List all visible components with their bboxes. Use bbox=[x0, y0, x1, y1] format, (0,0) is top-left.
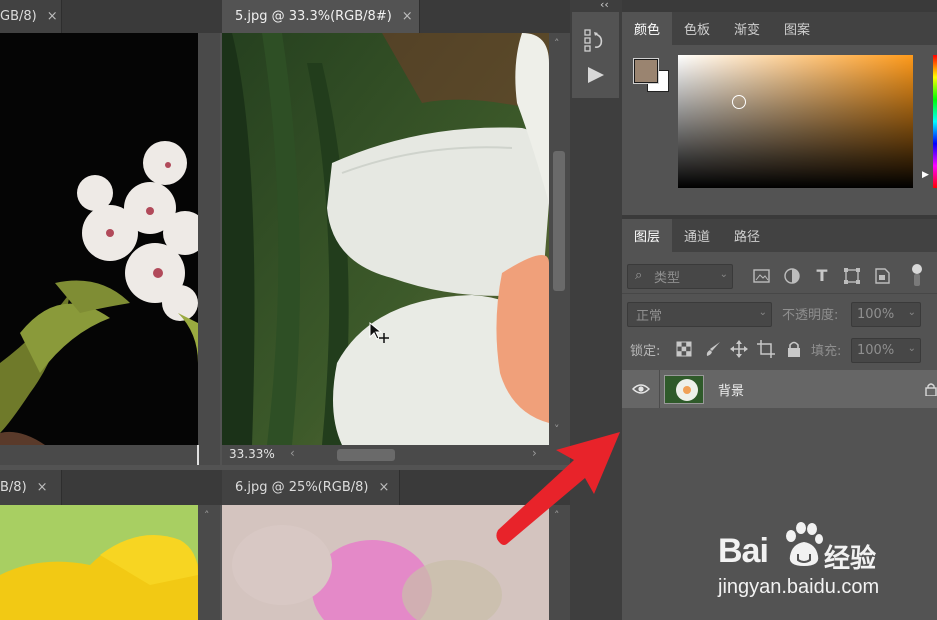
chevron-down-icon: ⌄ bbox=[907, 343, 916, 354]
divider bbox=[659, 370, 660, 408]
vertical-scrollbar[interactable]: ˄ bbox=[198, 505, 220, 620]
divider bbox=[622, 293, 937, 294]
chevron-down-icon: ⌄ bbox=[719, 269, 728, 280]
tab-paths[interactable]: 路径 bbox=[722, 219, 772, 252]
canvas-pear-blossom[interactable] bbox=[0, 33, 198, 445]
hue-slider-handle-icon[interactable]: ▶ bbox=[922, 170, 929, 180]
collapse-panel-icon[interactable]: ‹‹ bbox=[600, 0, 609, 11]
canvas-daffodil[interactable] bbox=[222, 33, 549, 445]
scroll-marker bbox=[197, 445, 199, 465]
tabbar-spacer bbox=[62, 0, 220, 33]
layer-filter-label: 类型 bbox=[654, 271, 681, 286]
layer-row[interactable]: 背景 bbox=[622, 370, 937, 408]
scroll-left-icon[interactable]: ‹ bbox=[290, 446, 295, 460]
doc-tab-left-top[interactable]: GB/8) × bbox=[0, 0, 62, 33]
foreground-color-swatch[interactable] bbox=[633, 58, 659, 84]
scroll-up-icon[interactable]: ˄ bbox=[204, 509, 210, 522]
lock-all-icon[interactable] bbox=[786, 340, 802, 358]
tab-color[interactable]: 颜色 bbox=[622, 12, 672, 45]
panel-top-gap bbox=[622, 0, 937, 12]
layer-name[interactable]: 背景 bbox=[718, 380, 744, 399]
tab-gradients[interactable]: 渐变 bbox=[722, 12, 772, 45]
search-icon: ⌕ bbox=[635, 268, 643, 283]
horizontal-scrollbar[interactable] bbox=[0, 445, 220, 465]
layer-lock-icon bbox=[925, 383, 937, 396]
hscroll-thumb[interactable] bbox=[337, 449, 395, 461]
lock-transparent-icon[interactable] bbox=[676, 341, 692, 357]
close-icon[interactable]: × bbox=[37, 480, 48, 495]
close-icon[interactable]: × bbox=[379, 480, 390, 495]
fill-input[interactable]: 100% ⌄ bbox=[851, 338, 921, 363]
chevron-down-icon: ⌄ bbox=[907, 307, 916, 318]
lock-brush-icon[interactable] bbox=[704, 340, 722, 358]
scroll-up-icon[interactable]: ˄ bbox=[554, 37, 560, 50]
hue-slider[interactable] bbox=[933, 55, 937, 188]
filter-type-icon[interactable]: T bbox=[812, 265, 832, 285]
vertical-scrollbar[interactable] bbox=[198, 33, 220, 445]
baidu-jingyan-watermark: Bai 经验 jingyan.baidu.com bbox=[718, 522, 918, 602]
baidu-paw-logo bbox=[786, 522, 823, 566]
lock-move-icon[interactable] bbox=[730, 340, 748, 358]
opacity-value: 100% bbox=[857, 307, 895, 322]
layer-thumbnail bbox=[664, 375, 704, 404]
blend-mode-select[interactable]: 正常 ⌄ bbox=[627, 302, 772, 327]
red-arrow-annotation bbox=[496, 432, 620, 545]
filter-shape-icon[interactable] bbox=[843, 267, 861, 285]
vertical-scrollbar-active[interactable]: ˄ ˅ bbox=[549, 33, 570, 445]
opacity-label: 不透明度: bbox=[782, 308, 839, 323]
zoom-readout[interactable]: 33.33% bbox=[229, 447, 275, 461]
lock-label: 锁定: bbox=[630, 344, 661, 359]
color-picker-field[interactable] bbox=[678, 55, 913, 188]
filter-adjustment-icon[interactable] bbox=[783, 267, 801, 285]
history-icon[interactable] bbox=[583, 28, 605, 52]
doc-tab-title: GB/8) bbox=[0, 9, 37, 24]
opacity-input[interactable]: 100% ⌄ bbox=[851, 302, 921, 327]
play-action-icon[interactable] bbox=[586, 66, 606, 84]
doc-tab-title: 6.jpg @ 25%(RGB/8) bbox=[235, 480, 369, 495]
tab-swatches[interactable]: 色板 bbox=[672, 12, 722, 45]
close-icon[interactable]: × bbox=[402, 9, 413, 24]
tab-channels[interactable]: 通道 bbox=[672, 219, 722, 252]
watermark-url: jingyan.baidu.com bbox=[718, 576, 880, 598]
layer-filter-select[interactable]: ⌕ 类型 ⌄ bbox=[627, 264, 733, 289]
watermark-brand: Bai bbox=[718, 532, 769, 570]
filter-pixel-icon[interactable] bbox=[753, 268, 771, 284]
eye-visibility-icon[interactable] bbox=[632, 382, 650, 396]
pear-blossom-image bbox=[0, 141, 198, 445]
filter-smart-object-icon[interactable] bbox=[873, 267, 891, 285]
close-icon[interactable]: × bbox=[47, 9, 58, 24]
doc-tab-6jpg[interactable]: 6.jpg @ 25%(RGB/8) × bbox=[222, 470, 400, 505]
color-picker-cursor[interactable] bbox=[732, 95, 746, 109]
doc-tab-title: 5.jpg @ 33.3%(RGB/8#) bbox=[235, 9, 392, 24]
fill-value: 100% bbox=[857, 343, 895, 358]
doc-tab-left-bottom[interactable]: B/8) × bbox=[0, 470, 62, 505]
watermark-brand-cn: 经验 bbox=[824, 544, 877, 574]
move-cursor-icon bbox=[369, 321, 389, 343]
doc-tab-title: B/8) bbox=[0, 480, 27, 495]
lock-artboard-icon[interactable] bbox=[757, 340, 775, 358]
daffodil-image bbox=[222, 33, 549, 445]
tab-patterns[interactable]: 图案 bbox=[772, 12, 822, 45]
tool-strip-panel bbox=[572, 12, 619, 98]
fill-label: 填充: bbox=[811, 344, 842, 359]
scroll-thumb[interactable] bbox=[553, 151, 565, 291]
tab-layers[interactable]: 图层 bbox=[622, 219, 672, 252]
blend-mode-value: 正常 bbox=[636, 309, 663, 324]
daffodil-thumbnail-image bbox=[665, 376, 703, 403]
filter-toggle-switch[interactable] bbox=[911, 264, 923, 286]
yellow-flower-image bbox=[0, 505, 198, 620]
canvas-yellow-flower[interactable] bbox=[0, 505, 198, 620]
chevron-down-icon: ⌄ bbox=[758, 307, 767, 318]
doc-tab-5jpg[interactable]: 5.jpg @ 33.3%(RGB/8#) × bbox=[222, 0, 420, 33]
